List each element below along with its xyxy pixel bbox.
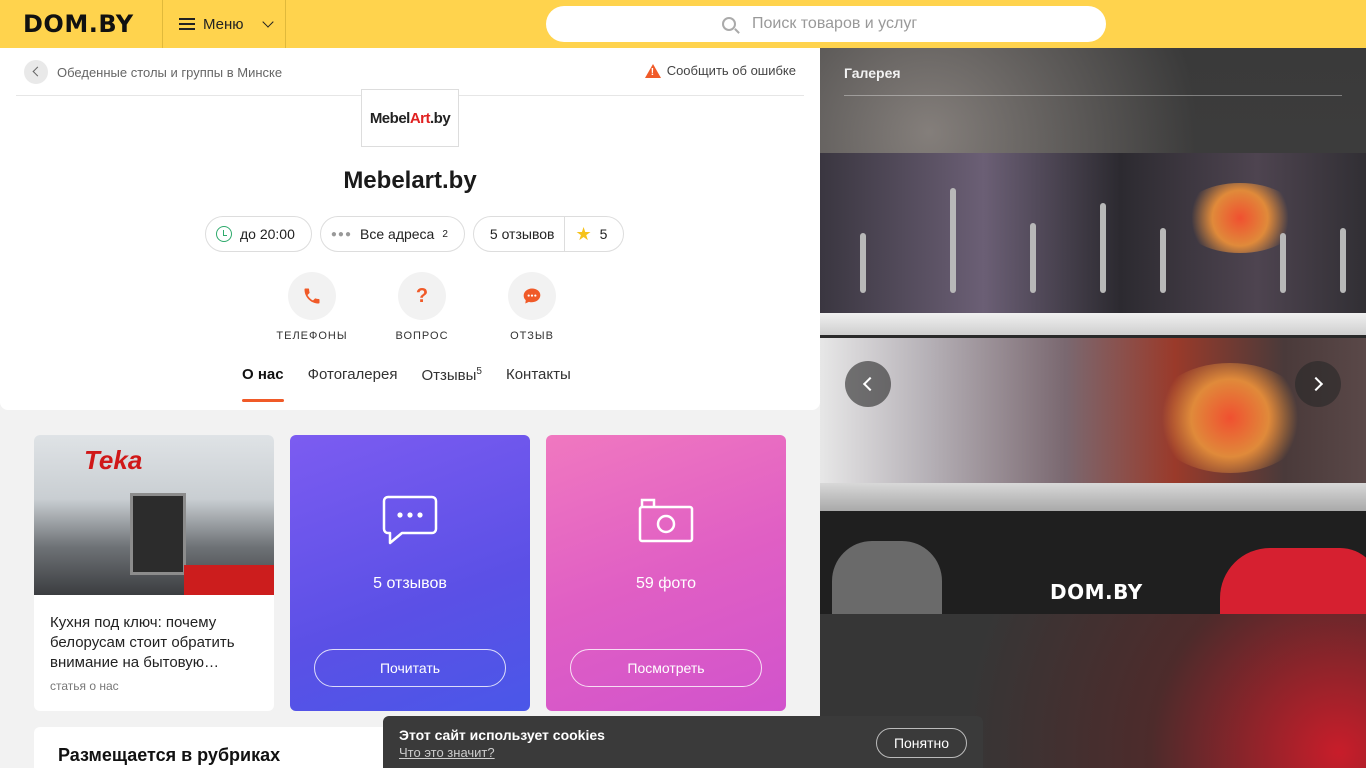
chevron-left-icon (862, 376, 878, 392)
tab-reviews-label: Отзывы (421, 367, 477, 384)
chair-image (832, 541, 942, 614)
reviews-tile: 5 отзывов Почитать (290, 435, 530, 711)
question-label: ВОПРОС (395, 330, 449, 342)
site-logo[interactable]: DOM.BY (23, 10, 134, 38)
countertop-image (820, 483, 1366, 511)
article-subtitle: статья о нас (50, 679, 119, 693)
pill-separator (564, 216, 566, 252)
menu-button[interactable]: Меню (162, 0, 286, 48)
faucet-image (1340, 228, 1346, 293)
review-label: ОТЗЫВ (510, 330, 554, 342)
gallery-prev-button[interactable] (845, 361, 891, 407)
tab-gallery[interactable]: Фотогалерея (308, 366, 398, 402)
faucet-image (1030, 223, 1036, 293)
article-image: Teka (34, 435, 274, 595)
camera-icon (638, 498, 694, 543)
view-photos-button[interactable]: Посмотреть (570, 649, 762, 687)
reviews-count-text: 5 отзывов (373, 575, 447, 592)
chat-bubble-icon (382, 495, 438, 545)
phone-icon (288, 272, 336, 320)
tab-about[interactable]: О нас (242, 366, 284, 402)
koi-fish-image (1150, 363, 1310, 473)
rubrics-title: Размещается в рубриках (58, 745, 281, 765)
faucet-image (1160, 228, 1166, 293)
question-button[interactable]: ? ВОПРОС (386, 272, 458, 342)
review-button[interactable]: ОТЗЫВ (496, 272, 568, 342)
top-header: DOM.BY Меню (0, 0, 1366, 48)
red-chair-image (1220, 548, 1366, 614)
article-title: Кухня под ключ: почему белорусам стоит о… (50, 614, 235, 671)
report-error-label: Сообщить об ошибке (666, 63, 796, 78)
addresses-label: Все адреса (360, 226, 435, 242)
breadcrumb[interactable]: Обеденные столы и группы в Минске (24, 60, 282, 84)
brand-logo-image: Teka (84, 445, 143, 475)
rating-value: 5 (599, 226, 608, 242)
article-card[interactable]: Teka Кухня под ключ: почему белорусам ст… (34, 435, 274, 711)
company-card: Обеденные столы и группы в Минске ! Сооб… (0, 48, 820, 410)
hours-text: до 20:00 (240, 226, 295, 242)
reviews-count-label: 5 отзывов (489, 226, 555, 242)
tab-reviews[interactable]: Отзывы5 (421, 366, 482, 402)
chevron-down-icon (261, 16, 274, 28)
breadcrumb-link[interactable]: Обеденные столы и группы в Минске (57, 65, 282, 80)
cookie-info-link[interactable]: Что это значит? (399, 745, 495, 760)
company-logo: Mebel Art .by (361, 89, 459, 147)
gallery-photo[interactable]: DOM.BY (820, 153, 1366, 614)
gallery-panel: Галерея DOM.BY (820, 48, 1366, 768)
cookie-accept-button[interactable]: Понятно (876, 728, 967, 758)
faucet-image (860, 233, 866, 293)
counter-image (184, 565, 274, 595)
read-reviews-button[interactable]: Почитать (314, 649, 506, 687)
faucet-image (1280, 233, 1286, 293)
faucet-image (1100, 203, 1106, 293)
tab-reviews-count: 5 (476, 366, 482, 377)
company-info-pills: до 20:00 ●●● Все адреса 2 5 отзывов ★ 5 (205, 216, 625, 252)
chevron-right-icon (1308, 376, 1324, 392)
gallery-next-button[interactable] (1295, 361, 1341, 407)
company-name: Mebelart.by (343, 167, 477, 194)
photos-count-text: 59 фото (636, 575, 696, 592)
gallery-title: Галерея (844, 65, 901, 81)
addresses-pill[interactable]: ●●● Все адреса 2 (319, 216, 465, 252)
watermark: DOM.BY (1050, 580, 1143, 604)
cookie-text: Этот сайт использует cookies (399, 727, 605, 743)
phones-button[interactable]: ТЕЛЕФОНЫ (276, 272, 348, 342)
hamburger-icon (179, 18, 195, 30)
report-error-link[interactable]: ! Сообщить об ошибке (644, 63, 796, 78)
tab-contacts[interactable]: Контакты (506, 366, 571, 402)
logo-text-accent: Art (409, 109, 431, 127)
warning-icon: ! (644, 63, 661, 78)
photos-tile: 59 фото Посмотреть (546, 435, 786, 711)
star-icon: ★ (575, 223, 592, 244)
gallery-divider (844, 95, 1342, 96)
shelf-image (820, 313, 1366, 335)
search-input[interactable] (752, 15, 1072, 33)
faucet-image (950, 188, 956, 293)
chat-icon (508, 272, 556, 320)
question-icon: ? (398, 272, 446, 320)
cookie-banner: Этот сайт использует cookies Что это зна… (383, 716, 983, 768)
search-icon (722, 17, 736, 31)
company-tabs: О нас Фотогалерея Отзывы5 Контакты (242, 366, 571, 402)
reviews-rating-pill[interactable]: 5 отзывов ★ 5 (472, 216, 625, 252)
hours-pill[interactable]: до 20:00 (205, 216, 312, 252)
back-arrow-icon[interactable] (24, 60, 48, 84)
logo-text-domain: .by (430, 109, 451, 127)
menu-label: Меню (203, 15, 244, 33)
oven-image (130, 493, 186, 575)
dots-icon: ●●● (330, 228, 353, 240)
addresses-count: 2 (442, 228, 448, 240)
clock-icon (216, 226, 232, 242)
logo-text: Mebel (369, 109, 411, 127)
gallery-blur-background (820, 48, 1366, 153)
search-box[interactable] (546, 6, 1106, 42)
phones-label: ТЕЛЕФОНЫ (276, 330, 348, 342)
action-buttons: ТЕЛЕФОНЫ ? ВОПРОС ОТЗЫВ (276, 272, 568, 342)
